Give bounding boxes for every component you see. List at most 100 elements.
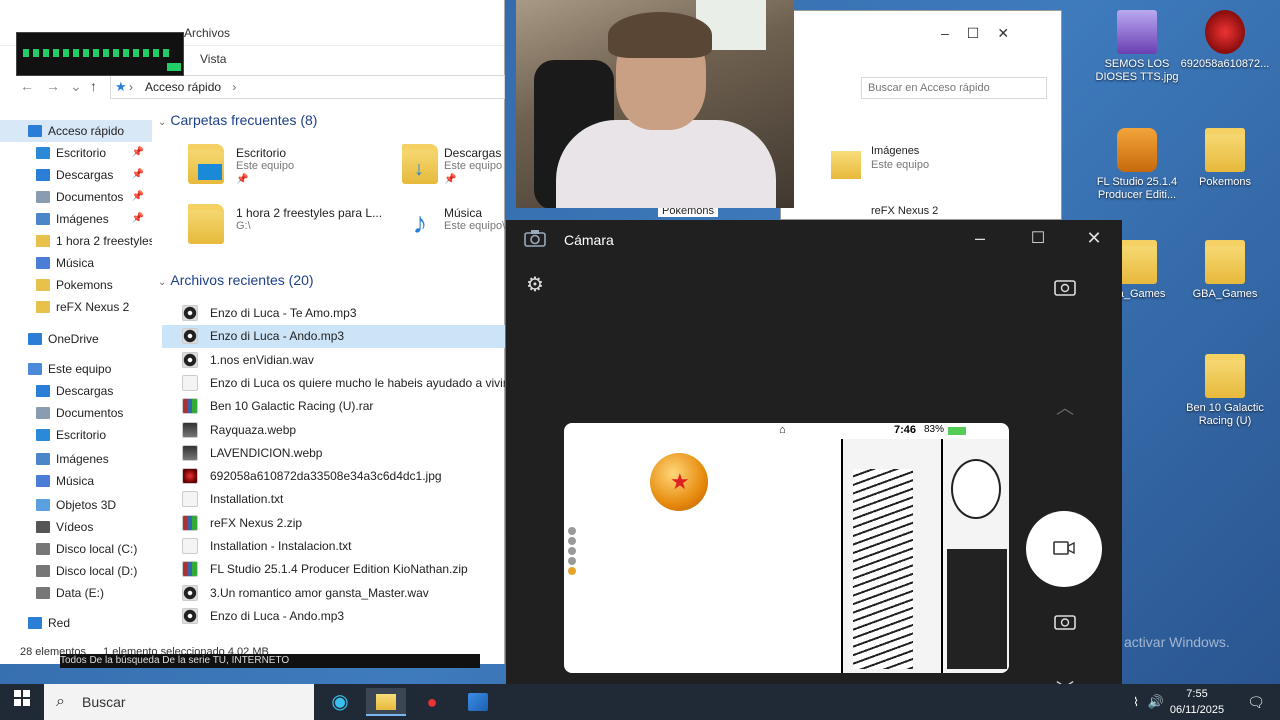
recent-file-row[interactable]: 1.nos enVidian.wav (162, 349, 505, 372)
recent-file-row[interactable]: reFX Nexus 2.zip (162, 512, 505, 535)
clock-date: 06/11/2025 (1169, 704, 1225, 716)
switch-camera-icon[interactable] (1052, 278, 1078, 301)
desktop-icon-flstudio[interactable]: FL Studio 25.1.4 Producer Editi... (1092, 128, 1182, 202)
sidebar-item[interactable]: OneDrive (0, 328, 152, 350)
section-frequent[interactable]: ⌄ Carpetas frecuentes (8) (158, 112, 317, 128)
file-explorer-icon[interactable] (366, 688, 406, 716)
screen-recorder-icon[interactable]: ● (412, 688, 452, 716)
search-icon: ⌕ (56, 693, 65, 710)
system-clock[interactable]: 7:55 06/11/2025 (1162, 686, 1232, 718)
desktop-icon-semos[interactable]: SEMOS LOS DIOSES TTS.jpg (1092, 10, 1182, 84)
sidebar-item[interactable]: Este equipo (0, 358, 152, 380)
maximize-icon[interactable]: ☐ (967, 25, 998, 41)
audio-file-icon (182, 607, 198, 624)
explorer-window-back[interactable]: –☐✕ Buscar en Acceso rápido Imágenes Est… (780, 10, 1062, 220)
record-video-button[interactable] (1026, 511, 1102, 587)
chevron-up-icon[interactable]: ︿ (1052, 394, 1078, 420)
close-icon[interactable]: ✕ (1082, 228, 1106, 249)
image-file-icon (1205, 10, 1245, 54)
sidebar-item[interactable]: Vídeos (0, 516, 152, 538)
frequent-tile[interactable]: Escritorio Este equipo 📌 (188, 144, 388, 192)
pin-icon: 📌 (131, 169, 144, 180)
tab-vista[interactable]: Vista (200, 52, 226, 66)
recent-file-row[interactable]: Enzo di Luca - Ando.mp3 (162, 325, 505, 349)
sidebar-item[interactable]: Imágenes (0, 448, 152, 470)
taskbar-search[interactable]: ⌕ Buscar (44, 684, 314, 720)
sidebar-item[interactable]: Objetos 3D (0, 494, 152, 516)
dragon-ball-icon: ★ (650, 453, 708, 511)
recent-file-row[interactable]: Installation.txt (162, 488, 505, 511)
sidebar-item[interactable]: 1 hora 2 freestyles (0, 230, 152, 252)
up-icon[interactable]: ↑ (90, 78, 97, 94)
phone-thumbnail (16, 32, 184, 76)
recent-file-row[interactable]: Ben 10 Galactic Racing (U).rar (162, 395, 505, 418)
close-icon[interactable]: ✕ (997, 25, 1027, 41)
document-icon (36, 407, 50, 419)
recent-file-row[interactable]: LAVENDICION.webp (162, 442, 505, 465)
recent-file-row[interactable]: Installation - Instalacion.txt (162, 535, 505, 558)
address-input[interactable]: ★ › Acceso rápido › (110, 75, 505, 99)
sidebar-item[interactable]: Escritorio 📌 (0, 142, 152, 164)
image-folder-icon (831, 151, 861, 179)
sidebar-item[interactable]: Data (E:) (0, 582, 152, 604)
sidebar-item[interactable]: Música (0, 252, 152, 274)
desktop-icon-pokemons[interactable]: Pokemons (1180, 128, 1270, 189)
breadcrumb: Acceso rápido (145, 80, 222, 94)
edge-icon[interactable]: ◉ (320, 688, 360, 716)
text-file-icon (182, 538, 198, 554)
sidebar-item[interactable]: Disco local (D:) (0, 560, 152, 582)
sidebar-item-label: Pokemons (56, 278, 113, 292)
search-input[interactable]: Buscar en Acceso rápido (861, 77, 1047, 99)
sidebar-item[interactable]: Descargas (0, 380, 152, 402)
notification-icon[interactable]: 🗨 (1236, 688, 1276, 716)
minimize-icon[interactable]: – (968, 228, 992, 249)
sidebar-item[interactable]: Pokemons (0, 274, 152, 296)
forward-icon[interactable]: → (46, 78, 60, 94)
sidebar-item[interactable]: Descargas 📌 (0, 164, 152, 186)
sidebar-item[interactable]: Imágenes 📌 (0, 208, 152, 230)
window-controls: –☐✕ (941, 25, 1051, 42)
recent-chevron-icon[interactable]: ⌄ (70, 78, 82, 95)
sidebar-item[interactable]: Documentos 📌 (0, 186, 152, 208)
frequent-tile[interactable]: 1 hora 2 freestyles para L... G:\ (188, 204, 388, 252)
image-icon (36, 213, 50, 225)
person-shirt (556, 120, 776, 208)
frequent-tile[interactable]: ♪ Música Este equipo\ (402, 204, 506, 252)
webcam-overlay (516, 0, 794, 208)
recent-file-row[interactable]: FL Studio 25.1.4 Producer Edition KioNat… (162, 558, 505, 581)
sidebar-item[interactable]: Escritorio (0, 424, 152, 446)
minimize-icon[interactable]: – (941, 25, 967, 41)
sidebar-item-label: Data (E:) (56, 586, 105, 600)
sidebar-item[interactable]: Documentos (0, 402, 152, 424)
windows-start-icon[interactable] (2, 688, 42, 716)
file-explorer-window[interactable]: Archivos Vista ← → ⌄ ↑ ★ › Acceso rápido… (0, 0, 505, 664)
recent-file-row[interactable]: Rayquaza.webp (162, 419, 505, 442)
settings-gear-icon[interactable]: ⚙ (522, 272, 548, 297)
sidebar-item[interactable]: Disco local (C:) (0, 538, 152, 560)
back-icon[interactable]: ← (20, 78, 34, 94)
tile-name: 1 hora 2 freestyles para L... (236, 206, 383, 220)
sidebar-item[interactable]: reFX Nexus 2 (0, 296, 152, 318)
maximize-icon[interactable]: ☐ (1026, 228, 1050, 248)
camera-app-window[interactable]: Cámara – ☐ ✕ ⚙ ︿ ⌂ 7:46 83% ★ (506, 220, 1122, 700)
section-recent[interactable]: ⌄ Archivos recientes (20) (158, 272, 314, 288)
desktop-icon-ben10[interactable]: Ben 10 Galactic Racing (U) (1180, 354, 1270, 428)
desktop-icon-gba[interactable]: GBA_Games (1180, 240, 1270, 301)
recent-file-row[interactable]: Enzo di Luca os quiere mucho le habeis a… (162, 372, 505, 395)
tile-label: reFX Nexus 2 (871, 205, 939, 217)
recent-file-row[interactable]: 3.Un romantico amor gansta_Master.wav (162, 582, 505, 605)
file-name: Enzo di Luca - Ando.mp3 (210, 329, 345, 344)
recent-file-row[interactable]: Enzo di Luca - Ando.mp3 (162, 605, 505, 628)
sidebar-item[interactable]: Acceso rápido (0, 120, 152, 142)
sidebar-item-label: Imágenes (56, 212, 109, 226)
folder-icon (1205, 128, 1245, 172)
frequent-tile[interactable]: ↓ Descargas Este equipo 📌 (402, 144, 505, 192)
desktop-icon-jpg[interactable]: 692058a610872... (1180, 10, 1270, 71)
sidebar-item[interactable]: Red (0, 612, 152, 634)
pin-icon: 📌 (236, 174, 249, 185)
recent-file-row[interactable]: 692058a610872da33508e34a3c6d4dc1.jpg (162, 465, 505, 488)
photo-mode-icon[interactable] (1052, 612, 1078, 635)
paint-icon[interactable] (458, 688, 498, 716)
sidebar-item[interactable]: Música (0, 470, 152, 492)
recent-file-row[interactable]: Enzo di Luca - Te Amo.mp3 (162, 302, 505, 325)
